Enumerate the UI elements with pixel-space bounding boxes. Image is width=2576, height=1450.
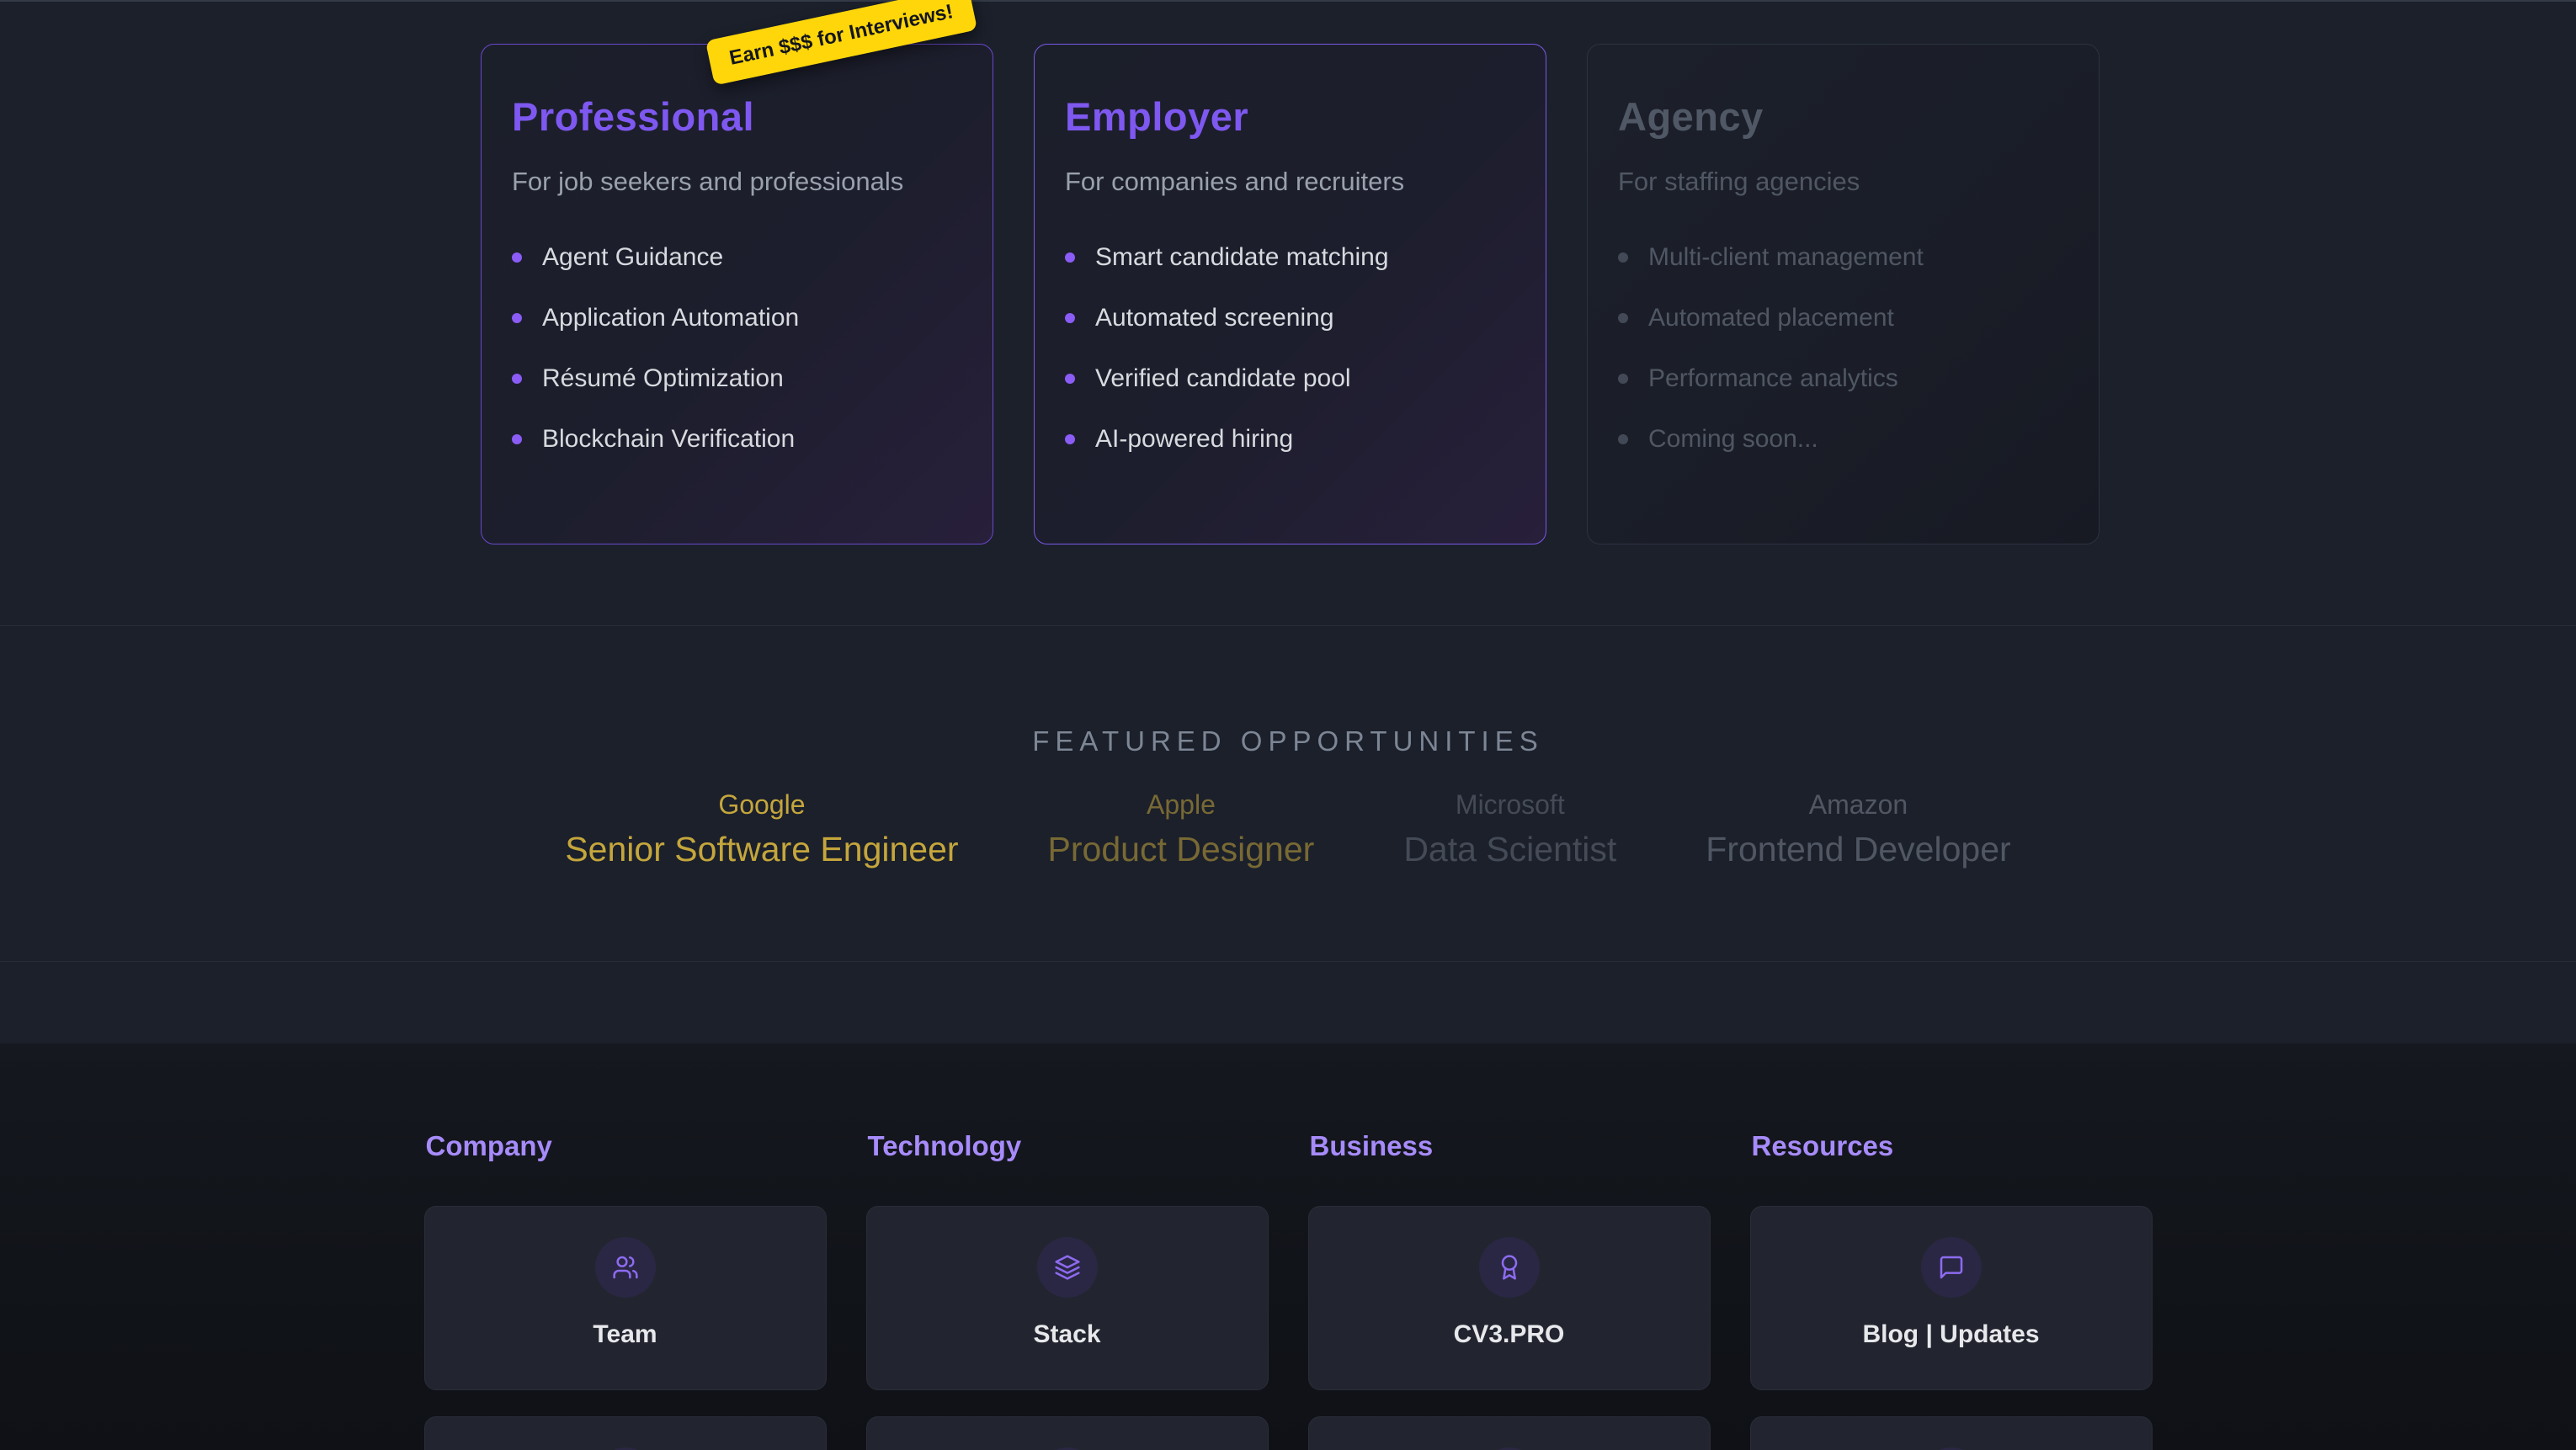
feature-item: Verified candidate pool (1065, 362, 1515, 396)
feature-list: Multi-client management Automated placem… (1618, 241, 2068, 456)
bullet-dot-icon (512, 252, 522, 263)
card-title-agency: Agency (1618, 93, 2068, 140)
tile-label: CV3.PRO (1454, 1320, 1565, 1349)
job-card-amazon[interactable]: Amazon Frontend Developer (1706, 788, 2010, 870)
footer: Company Team Technology Stack (0, 1044, 2576, 1450)
featured-opportunities-section: FEATURED OPPORTUNITIES Google Senior Sof… (0, 626, 2576, 962)
bullet-dot-icon (512, 374, 522, 384)
employer-card[interactable]: Employer For companies and recruiters Sm… (1034, 44, 1546, 544)
feature-label: Multi-client management (1648, 243, 1924, 272)
card-body: Employer For companies and recruiters Sm… (1065, 93, 1515, 456)
tile-label: Stack (1033, 1320, 1100, 1349)
job-company: Amazon (1706, 788, 2010, 821)
feature-item: Automated screening (1065, 301, 1515, 335)
bullet-dot-icon (1618, 434, 1628, 444)
footer-grid: Company Team Technology Stack (424, 1130, 2153, 1450)
users-icon (595, 1237, 656, 1298)
job-title: Data Scientist (1403, 828, 1616, 870)
job-card-google[interactable]: Google Senior Software Engineer (565, 788, 958, 870)
award-icon (1479, 1237, 1540, 1298)
bullet-dot-icon (1618, 374, 1628, 384)
feature-label: Blockchain Verification (542, 425, 795, 454)
footer-column-business: Business CV3.PRO (1308, 1130, 1711, 1450)
footer-tile-stack[interactable]: Stack (866, 1206, 1269, 1390)
footer-column-heading: Technology (868, 1130, 1269, 1162)
persona-cards-row: Earn $$$ for Interviews! Professional Fo… (481, 44, 2100, 544)
bullet-dot-icon (1618, 252, 1628, 263)
feature-item: AI-powered hiring (1065, 422, 1515, 456)
section-spacer (0, 962, 2576, 1044)
earn-for-interviews-badge: Earn $$$ for Interviews! (705, 0, 977, 86)
footer-tile-team[interactable]: Team (424, 1206, 827, 1390)
layers-icon (1037, 1237, 1098, 1298)
footer-column-company: Company Team (424, 1130, 827, 1450)
bullet-dot-icon (1065, 374, 1075, 384)
job-company: Apple (1048, 788, 1315, 821)
feature-label: AI-powered hiring (1095, 425, 1293, 454)
card-subtitle: For companies and recruiters (1065, 167, 1515, 197)
feature-label: Smart candidate matching (1095, 243, 1389, 272)
feature-item: Résumé Optimization (512, 362, 962, 396)
feature-list: Agent Guidance Application Automation Ré… (512, 241, 962, 456)
feature-item: Performance analytics (1618, 362, 2068, 396)
footer-tile-partial[interactable] (424, 1416, 827, 1450)
feature-label: Application Automation (542, 304, 799, 332)
tile-label: Team (593, 1320, 657, 1349)
featured-heading: FEATURED OPPORTUNITIES (0, 725, 2576, 757)
job-company: Google (565, 788, 958, 821)
feature-label: Automated screening (1095, 304, 1334, 332)
feature-label: Coming soon... (1648, 425, 1818, 454)
card-title-professional: Professional (512, 93, 962, 140)
bullet-dot-icon (512, 313, 522, 323)
feature-item: Coming soon... (1618, 422, 2068, 456)
feature-item: Multi-client management (1618, 241, 2068, 274)
feature-item: Application Automation (512, 301, 962, 335)
card-title-employer: Employer (1065, 93, 1515, 140)
feature-list: Smart candidate matching Automated scree… (1065, 241, 1515, 456)
job-card-microsoft[interactable]: Microsoft Data Scientist (1403, 788, 1616, 870)
bullet-dot-icon (1065, 313, 1075, 323)
bullet-dot-icon (1618, 313, 1628, 323)
footer-tile-partial[interactable] (866, 1416, 1269, 1450)
job-title: Senior Software Engineer (565, 828, 958, 870)
feature-label: Verified candidate pool (1095, 364, 1351, 393)
job-card-apple[interactable]: Apple Product Designer (1048, 788, 1315, 870)
card-body: Professional For job seekers and profess… (512, 93, 962, 456)
feature-label: Agent Guidance (542, 243, 723, 272)
card-subtitle: For job seekers and professionals (512, 167, 962, 197)
job-company: Microsoft (1403, 788, 1616, 821)
card-body: Agency For staffing agencies Multi-clien… (1618, 93, 2068, 456)
bullet-dot-icon (1065, 252, 1075, 263)
personas-section: Earn $$$ for Interviews! Professional Fo… (0, 2, 2576, 626)
job-title: Product Designer (1048, 828, 1315, 870)
landing-page: Earn $$$ for Interviews! Professional Fo… (0, 0, 2576, 1450)
card-subtitle: For staffing agencies (1618, 167, 2068, 197)
featured-jobs-carousel: Google Senior Software Engineer Apple Pr… (0, 788, 2576, 870)
footer-tile-partial[interactable] (1308, 1416, 1711, 1450)
footer-column-technology: Technology Stack (866, 1130, 1269, 1450)
feature-item: Blockchain Verification (512, 422, 962, 456)
footer-tile-cv3pro[interactable]: CV3.PRO (1308, 1206, 1711, 1390)
footer-tile-partial[interactable] (1750, 1416, 2153, 1450)
job-title: Frontend Developer (1706, 828, 2010, 870)
feature-item: Agent Guidance (512, 241, 962, 274)
chat-bubble-icon (1921, 1237, 1982, 1298)
tile-label: Blog | Updates (1862, 1320, 2039, 1349)
feature-label: Automated placement (1648, 304, 1894, 332)
footer-tile-blog[interactable]: Blog | Updates (1750, 1206, 2153, 1390)
feature-item: Smart candidate matching (1065, 241, 1515, 274)
bullet-dot-icon (1065, 434, 1075, 444)
footer-column-resources: Resources Blog | Updates (1750, 1130, 2153, 1450)
feature-label: Performance analytics (1648, 364, 1898, 393)
bullet-dot-icon (512, 434, 522, 444)
footer-column-heading: Resources (1752, 1130, 2153, 1162)
feature-item: Automated placement (1618, 301, 2068, 335)
feature-label: Résumé Optimization (542, 364, 784, 393)
footer-column-heading: Business (1310, 1130, 1711, 1162)
professional-card[interactable]: Earn $$$ for Interviews! Professional Fo… (481, 44, 993, 544)
footer-column-heading: Company (426, 1130, 827, 1162)
agency-card-disabled: Agency For staffing agencies Multi-clien… (1587, 44, 2100, 544)
